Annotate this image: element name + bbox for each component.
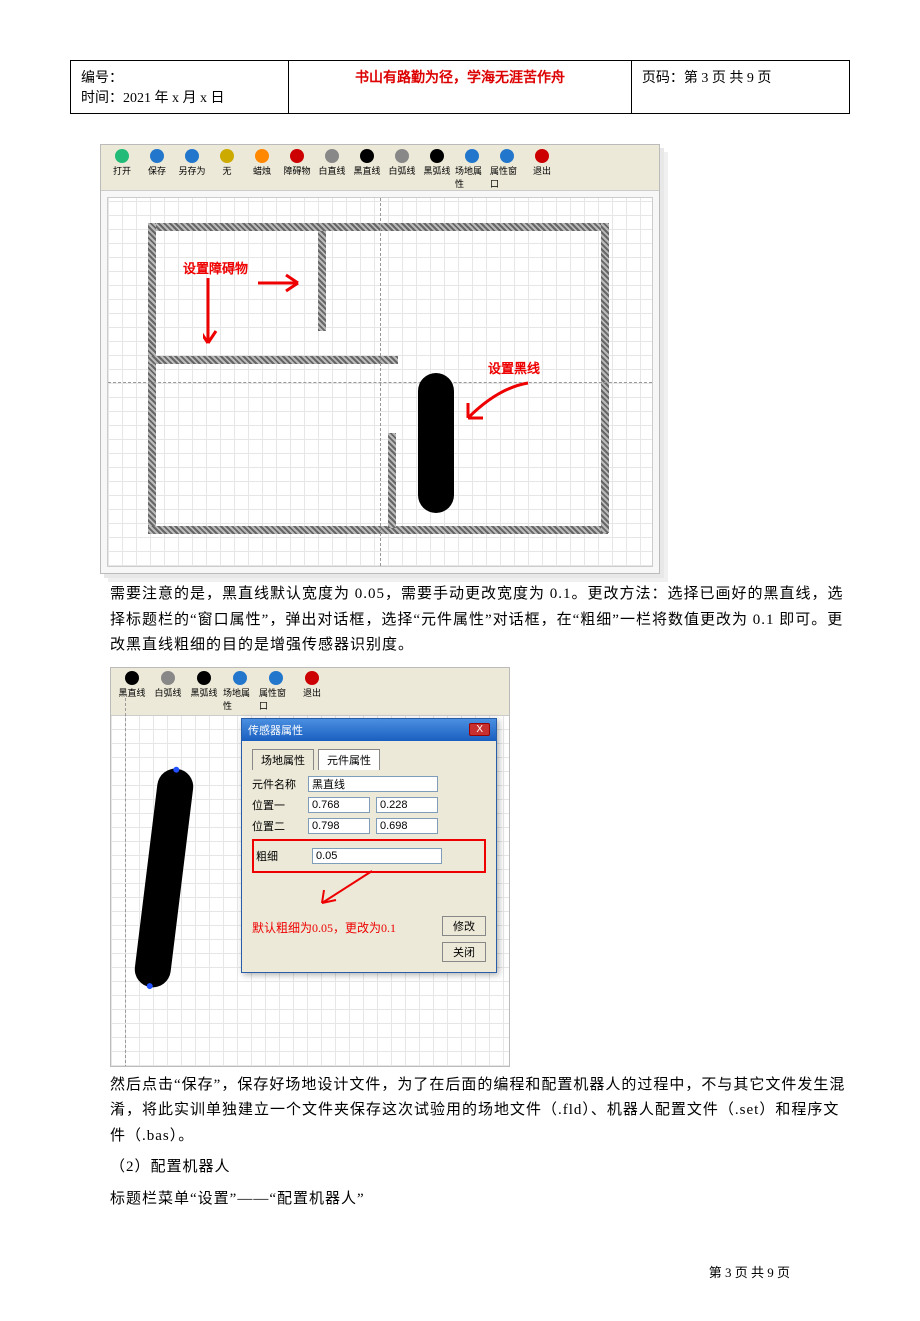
tb-whitearc-label: 白弧线	[388, 164, 415, 177]
tb-blackarc-label: 黑弧线	[423, 164, 450, 177]
input-thickness[interactable]	[312, 848, 442, 864]
input-pos1-y[interactable]	[376, 797, 438, 813]
tb-whiteline-label: 白直线	[318, 164, 345, 177]
tb-whitearc[interactable]: 白弧线	[385, 149, 419, 190]
tb2-exit-label: 退出	[303, 686, 321, 699]
sensor-properties-dialog: 传感器属性 X 场地属性 元件属性 元件名称 位置一 位置二	[241, 718, 497, 973]
tb-candle[interactable]: 蜡烛	[245, 149, 279, 190]
label-component-name: 元件名称	[252, 776, 302, 792]
tb-open-label: 打开	[113, 164, 131, 177]
tb-obstacle[interactable]: 障碍物	[280, 149, 314, 190]
doc-id: 编号：	[81, 67, 278, 87]
tb2-whitearc[interactable]: 白弧线	[151, 671, 185, 712]
tb-obstacle-label: 障碍物	[283, 164, 310, 177]
tb-open[interactable]: 打开	[105, 149, 139, 190]
row-pos2: 位置二	[252, 818, 486, 834]
paragraph-1: 需要注意的是，黑直线默认宽度为 0.05，需要手动更改宽度为 0.1。更改方法：…	[110, 582, 850, 659]
screenshot-field-designer: 打开 保存 另存为 无 蜡烛 障碍物 白直线 黑直线 白弧线 黑弧线 场地属性 …	[100, 144, 660, 574]
annot-obstacle-arrow-icon	[203, 273, 333, 363]
paragraph-3: （2）配置机器人	[110, 1155, 850, 1181]
label-pos1: 位置一	[252, 797, 302, 813]
annot-blackline-text: 设置黑线	[488, 358, 540, 377]
doc-time: 时间：2021 年 x 月 x 日	[81, 87, 278, 107]
dialog-tabs: 场地属性 元件属性	[252, 749, 486, 770]
obstacle-wall	[388, 433, 396, 528]
annot-obstacle-text: 设置障碍物	[183, 258, 248, 277]
tb-fieldprop-label: 场地属性	[455, 164, 489, 190]
tb-whiteline[interactable]: 白直线	[315, 149, 349, 190]
black-line-object[interactable]	[418, 373, 454, 513]
tb-candle-label: 蜡烛	[253, 164, 271, 177]
input-pos2-y[interactable]	[376, 818, 438, 834]
tb-blackline-label: 黑直线	[353, 164, 380, 177]
row-pos1: 位置一	[252, 797, 486, 813]
tb2-blackarc[interactable]: 黑弧线	[187, 671, 221, 712]
header-motto: 书山有路勤为径，学海无涯苦作舟	[289, 61, 632, 114]
tb2-whitearc-label: 白弧线	[154, 686, 181, 699]
paragraph-2: 然后点击“保存”，保存好场地设计文件，为了在后面的编程和配置机器人的过程中，不与…	[110, 1073, 850, 1150]
toolbar-2: 黑直线 白弧线 黑弧线 场地属性 属性窗口 退出	[111, 668, 509, 716]
doc-header-table: 编号： 时间：2021 年 x 月 x 日 书山有路勤为径，学海无涯苦作舟 页码…	[70, 60, 850, 114]
close-button[interactable]: 关闭	[442, 942, 486, 962]
tb-exit-label: 退出	[533, 164, 551, 177]
tb-none-label: 无	[222, 164, 231, 177]
tb2-propwin-label: 属性窗口	[259, 686, 293, 712]
row-thickness: 粗细	[256, 848, 482, 864]
page-footer: 第 3 页 共 9 页	[70, 1262, 790, 1281]
grid-centerline	[125, 698, 126, 1067]
annot-blackline-arrow-icon	[458, 378, 538, 438]
tb-save[interactable]: 保存	[140, 149, 174, 190]
tb-propwin[interactable]: 属性窗口	[490, 149, 524, 190]
tab-component-props[interactable]: 元件属性	[318, 749, 380, 770]
obstacle-wall	[148, 526, 608, 534]
tb-save-label: 保存	[148, 164, 166, 177]
annot-thickness-arrow-icon	[312, 868, 392, 908]
close-icon[interactable]: X	[469, 723, 490, 736]
row-component-name: 元件名称	[252, 776, 486, 792]
tb2-blackarc-label: 黑弧线	[190, 686, 217, 699]
obstacle-wall	[318, 231, 326, 331]
tb-blackline[interactable]: 黑直线	[350, 149, 384, 190]
tb2-fieldprop-label: 场地属性	[223, 686, 257, 712]
header-left-cell: 编号： 时间：2021 年 x 月 x 日	[71, 61, 289, 114]
input-component-name[interactable]	[308, 776, 438, 792]
screenshot-properties-dialog: 黑直线 白弧线 黑弧线 场地属性 属性窗口 退出 传感器属性 X 场地属性 元件…	[110, 667, 510, 1067]
obstacle-wall	[148, 223, 156, 533]
tb2-fieldprop[interactable]: 场地属性	[223, 671, 257, 712]
design-canvas[interactable]: 设置障碍物 设置黑线	[107, 197, 653, 567]
tb2-exit[interactable]: 退出	[295, 671, 329, 712]
input-pos1-x[interactable]	[308, 797, 370, 813]
dialog-titlebar[interactable]: 传感器属性 X	[242, 719, 496, 741]
tb2-propwin[interactable]: 属性窗口	[259, 671, 293, 712]
tb2-blackline[interactable]: 黑直线	[115, 671, 149, 712]
dialog-title-text: 传感器属性	[248, 722, 303, 738]
tb-saveas[interactable]: 另存为	[175, 149, 209, 190]
tb2-blackline-label: 黑直线	[118, 686, 145, 699]
tb-exit[interactable]: 退出	[525, 149, 559, 190]
grid-centerline	[108, 382, 652, 383]
tb-saveas-label: 另存为	[178, 164, 205, 177]
header-page-info: 页码：第 3 页 共 9 页	[631, 61, 849, 114]
obstacle-wall	[601, 223, 609, 533]
toolbar-1: 打开 保存 另存为 无 蜡烛 障碍物 白直线 黑直线 白弧线 黑弧线 场地属性 …	[101, 145, 659, 191]
obstacle-wall	[148, 356, 398, 364]
label-pos2: 位置二	[252, 818, 302, 834]
input-pos2-x[interactable]	[308, 818, 370, 834]
annot-thickness-note: 默认粗细为0.05，更改为0.1	[252, 919, 430, 936]
obstacle-wall	[148, 223, 608, 231]
tb-fieldprop[interactable]: 场地属性	[455, 149, 489, 190]
tb-propwin-label: 属性窗口	[490, 164, 524, 190]
modify-button[interactable]: 修改	[442, 916, 486, 936]
tab-field-props[interactable]: 场地属性	[252, 749, 314, 770]
paragraph-4: 标题栏菜单“设置”——“配置机器人”	[110, 1187, 850, 1213]
black-line-object-selected[interactable]	[133, 766, 196, 989]
tb-blackarc[interactable]: 黑弧线	[420, 149, 454, 190]
label-thickness: 粗细	[256, 848, 306, 864]
tb-none[interactable]: 无	[210, 149, 244, 190]
